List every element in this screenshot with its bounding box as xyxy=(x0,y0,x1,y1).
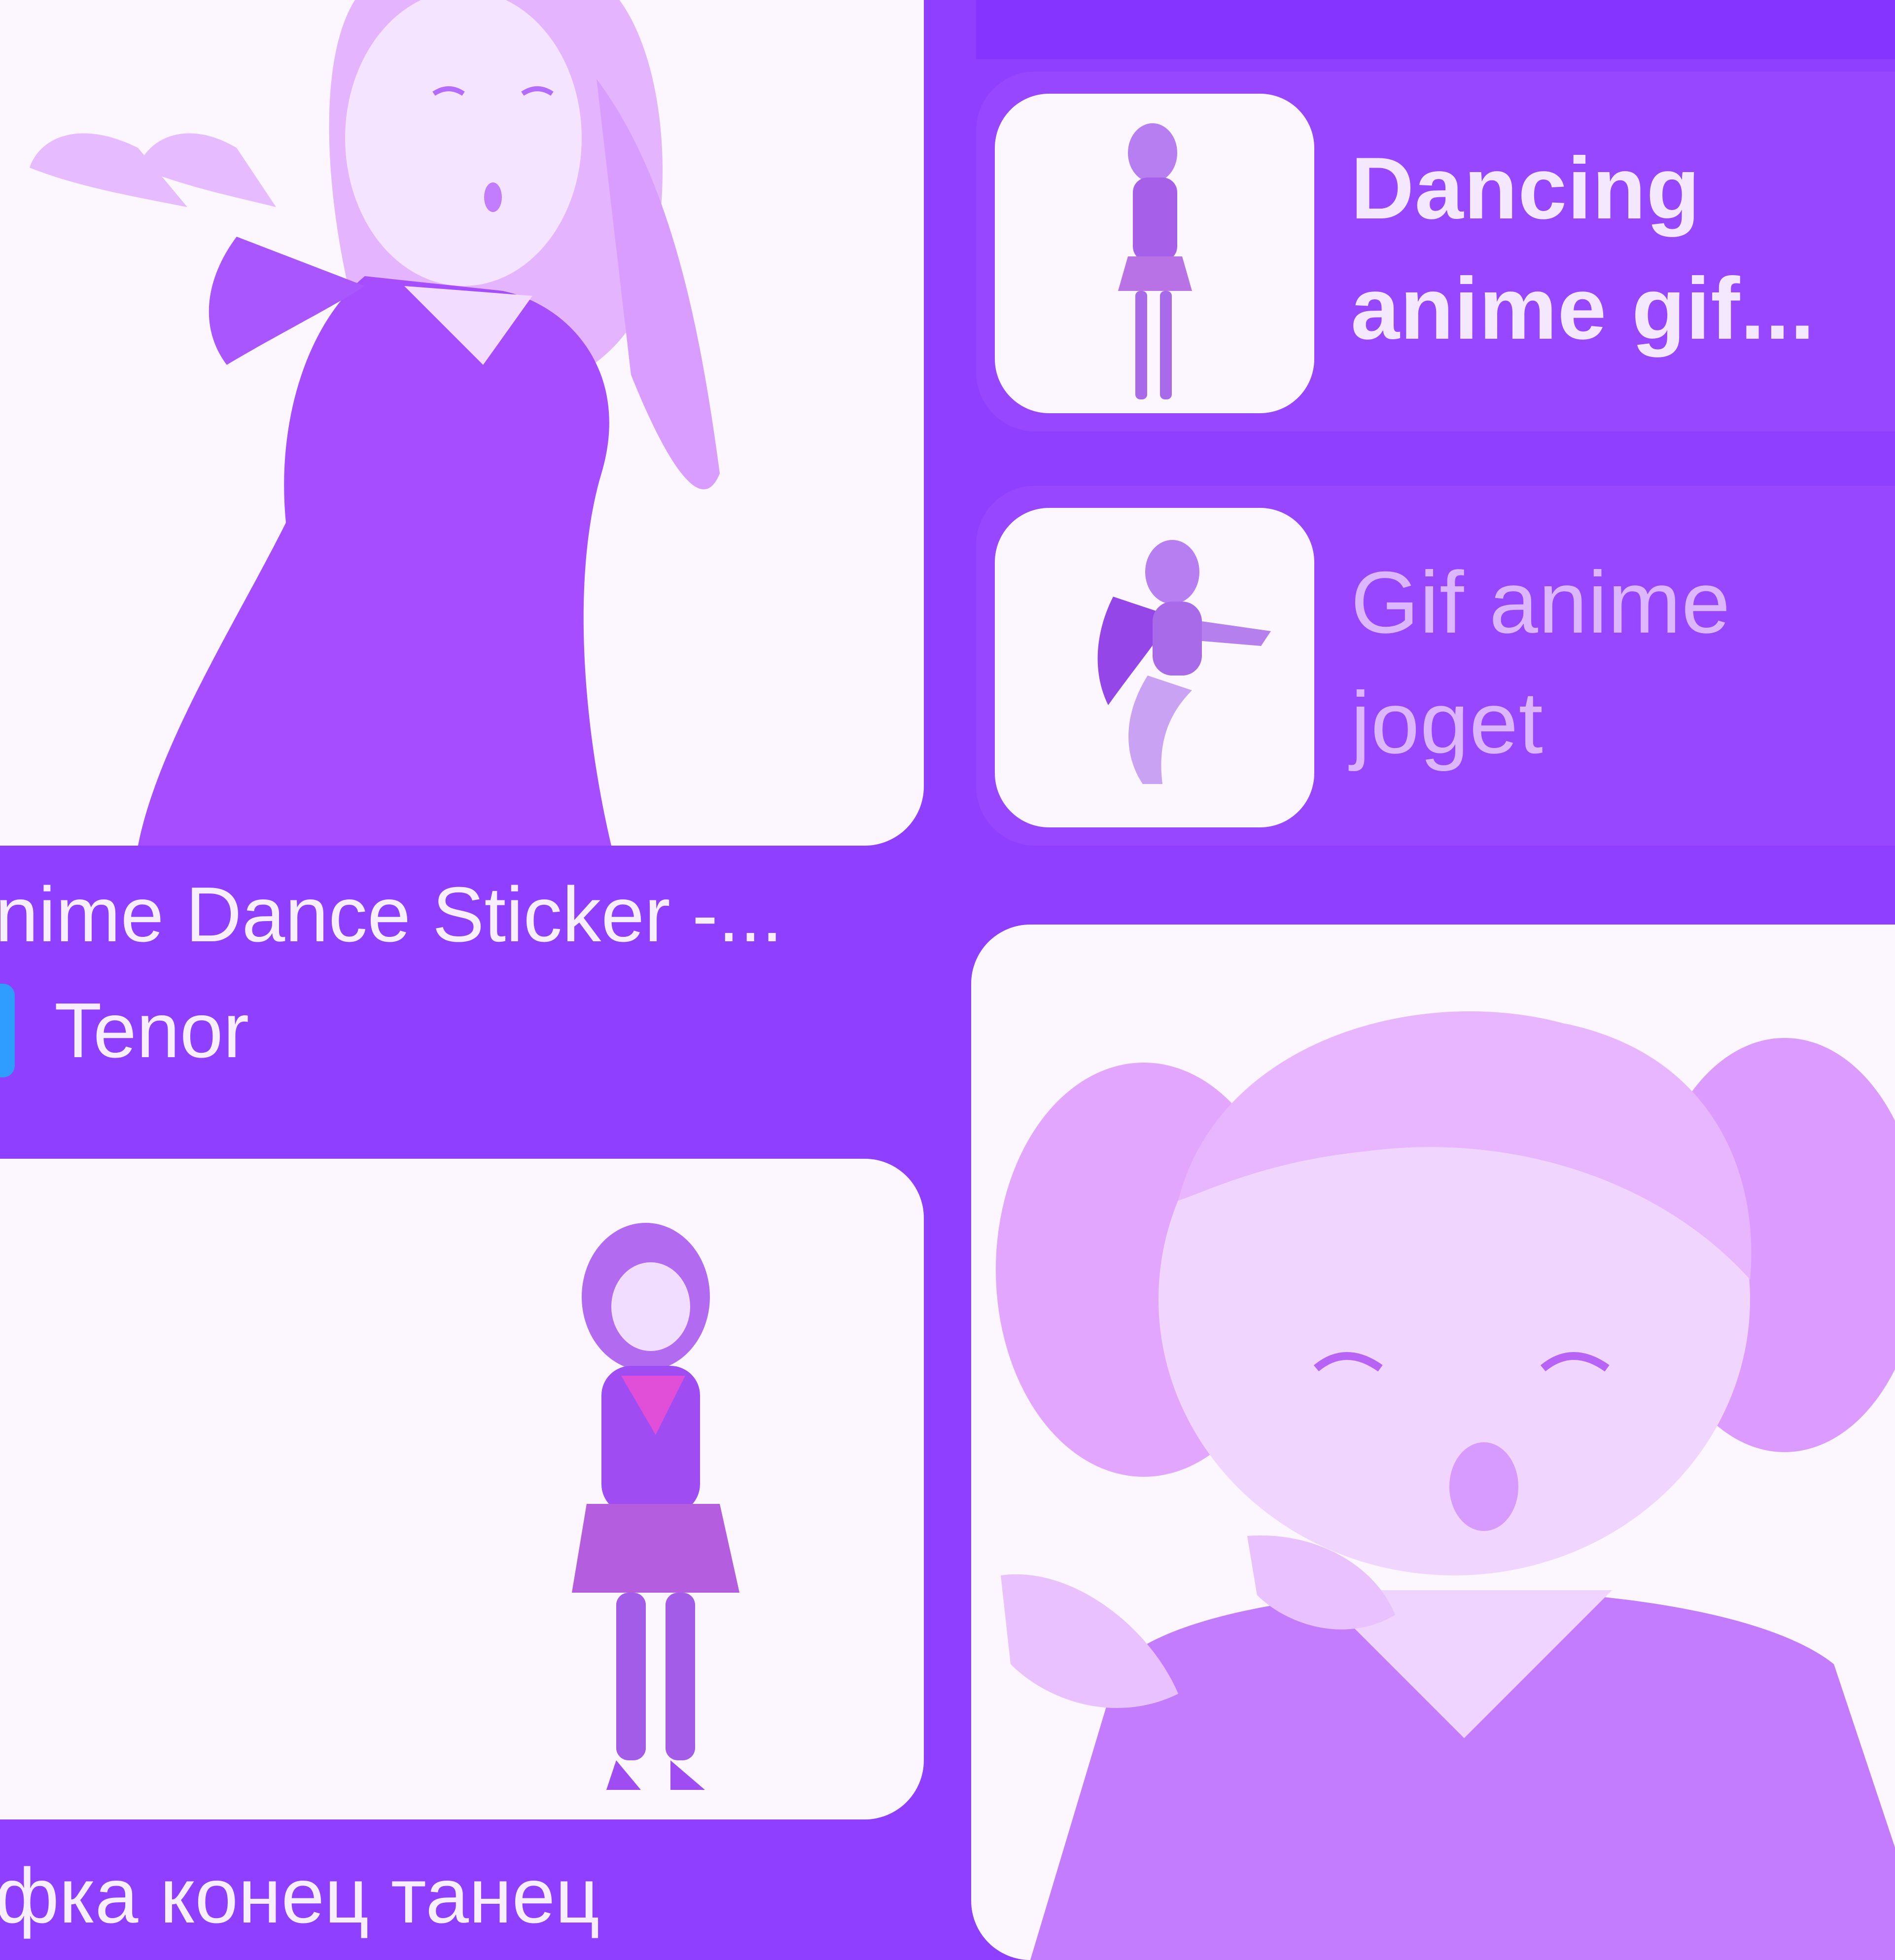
related-label-2-line2: joget xyxy=(1351,674,1544,772)
related-label-1-line1: Dancing xyxy=(1351,139,1701,237)
result-image-tile-1[interactable] xyxy=(0,0,924,846)
related-thumb-1 xyxy=(995,94,1314,413)
anime-dancer-thumbnail xyxy=(1118,123,1192,399)
anime-dancer-image xyxy=(30,0,720,846)
related-label-1-line2: anime gif... xyxy=(1351,259,1815,357)
result-caption-2[interactable]: фка конец танец xyxy=(0,1847,600,1945)
anime-girl-pointing-image xyxy=(996,1011,1895,1960)
result-source-1[interactable]: Tenor xyxy=(0,981,249,1080)
result-image-tile-2[interactable] xyxy=(0,1159,924,1819)
source-name: Tenor xyxy=(54,987,249,1074)
related-label-2-line1: Gif anime xyxy=(1351,553,1731,651)
related-thumb-2 xyxy=(995,508,1314,827)
related-label-2[interactable]: Gif anime joget xyxy=(1351,542,1888,783)
related-label-1[interactable]: Dancing anime gif... xyxy=(1351,128,1888,369)
top-strip xyxy=(976,0,1895,59)
result-caption-1[interactable]: nime Dance Sticker -... xyxy=(0,865,783,964)
anime-dancer-image xyxy=(572,1223,739,1790)
tenor-source-icon xyxy=(0,984,15,1077)
result-image-tile-3[interactable] xyxy=(971,925,1895,1960)
anime-jumping-thumbnail xyxy=(1097,540,1271,784)
